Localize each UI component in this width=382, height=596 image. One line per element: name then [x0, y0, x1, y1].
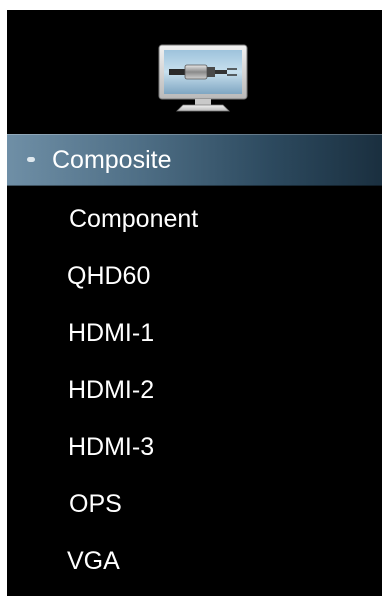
- input-source-menu: Composite Component QHD60 HDMI-1 HDMI-2 …: [7, 10, 382, 596]
- menu-item-label: Component: [69, 205, 199, 233]
- menu-item-ops[interactable]: OPS: [7, 476, 382, 533]
- menu-item-label: Composite: [52, 146, 172, 174]
- menu-item-label: HDMI-3: [68, 433, 155, 461]
- menu-item-label: VGA: [67, 547, 120, 575]
- monitor-connector-icon: [158, 44, 248, 112]
- menu-item-composite[interactable]: Composite: [7, 134, 382, 186]
- menu-item-vga[interactable]: VGA: [7, 533, 382, 590]
- menu-item-label: QHD60: [67, 262, 151, 290]
- menu-item-hdmi-2[interactable]: HDMI-2: [7, 362, 382, 419]
- source-list: Composite Component QHD60 HDMI-1 HDMI-2 …: [7, 134, 382, 590]
- menu-item-label: HDMI-2: [68, 376, 155, 404]
- menu-item-hdmi-1[interactable]: HDMI-1: [7, 305, 382, 362]
- menu-item-component[interactable]: Component: [7, 191, 382, 248]
- menu-item-qhd60[interactable]: QHD60: [7, 248, 382, 305]
- menu-item-label: OPS: [69, 490, 122, 518]
- menu-item-hdmi-3[interactable]: HDMI-3: [7, 419, 382, 476]
- menu-item-label: HDMI-1: [68, 319, 155, 347]
- selected-bullet-icon: [27, 157, 35, 162]
